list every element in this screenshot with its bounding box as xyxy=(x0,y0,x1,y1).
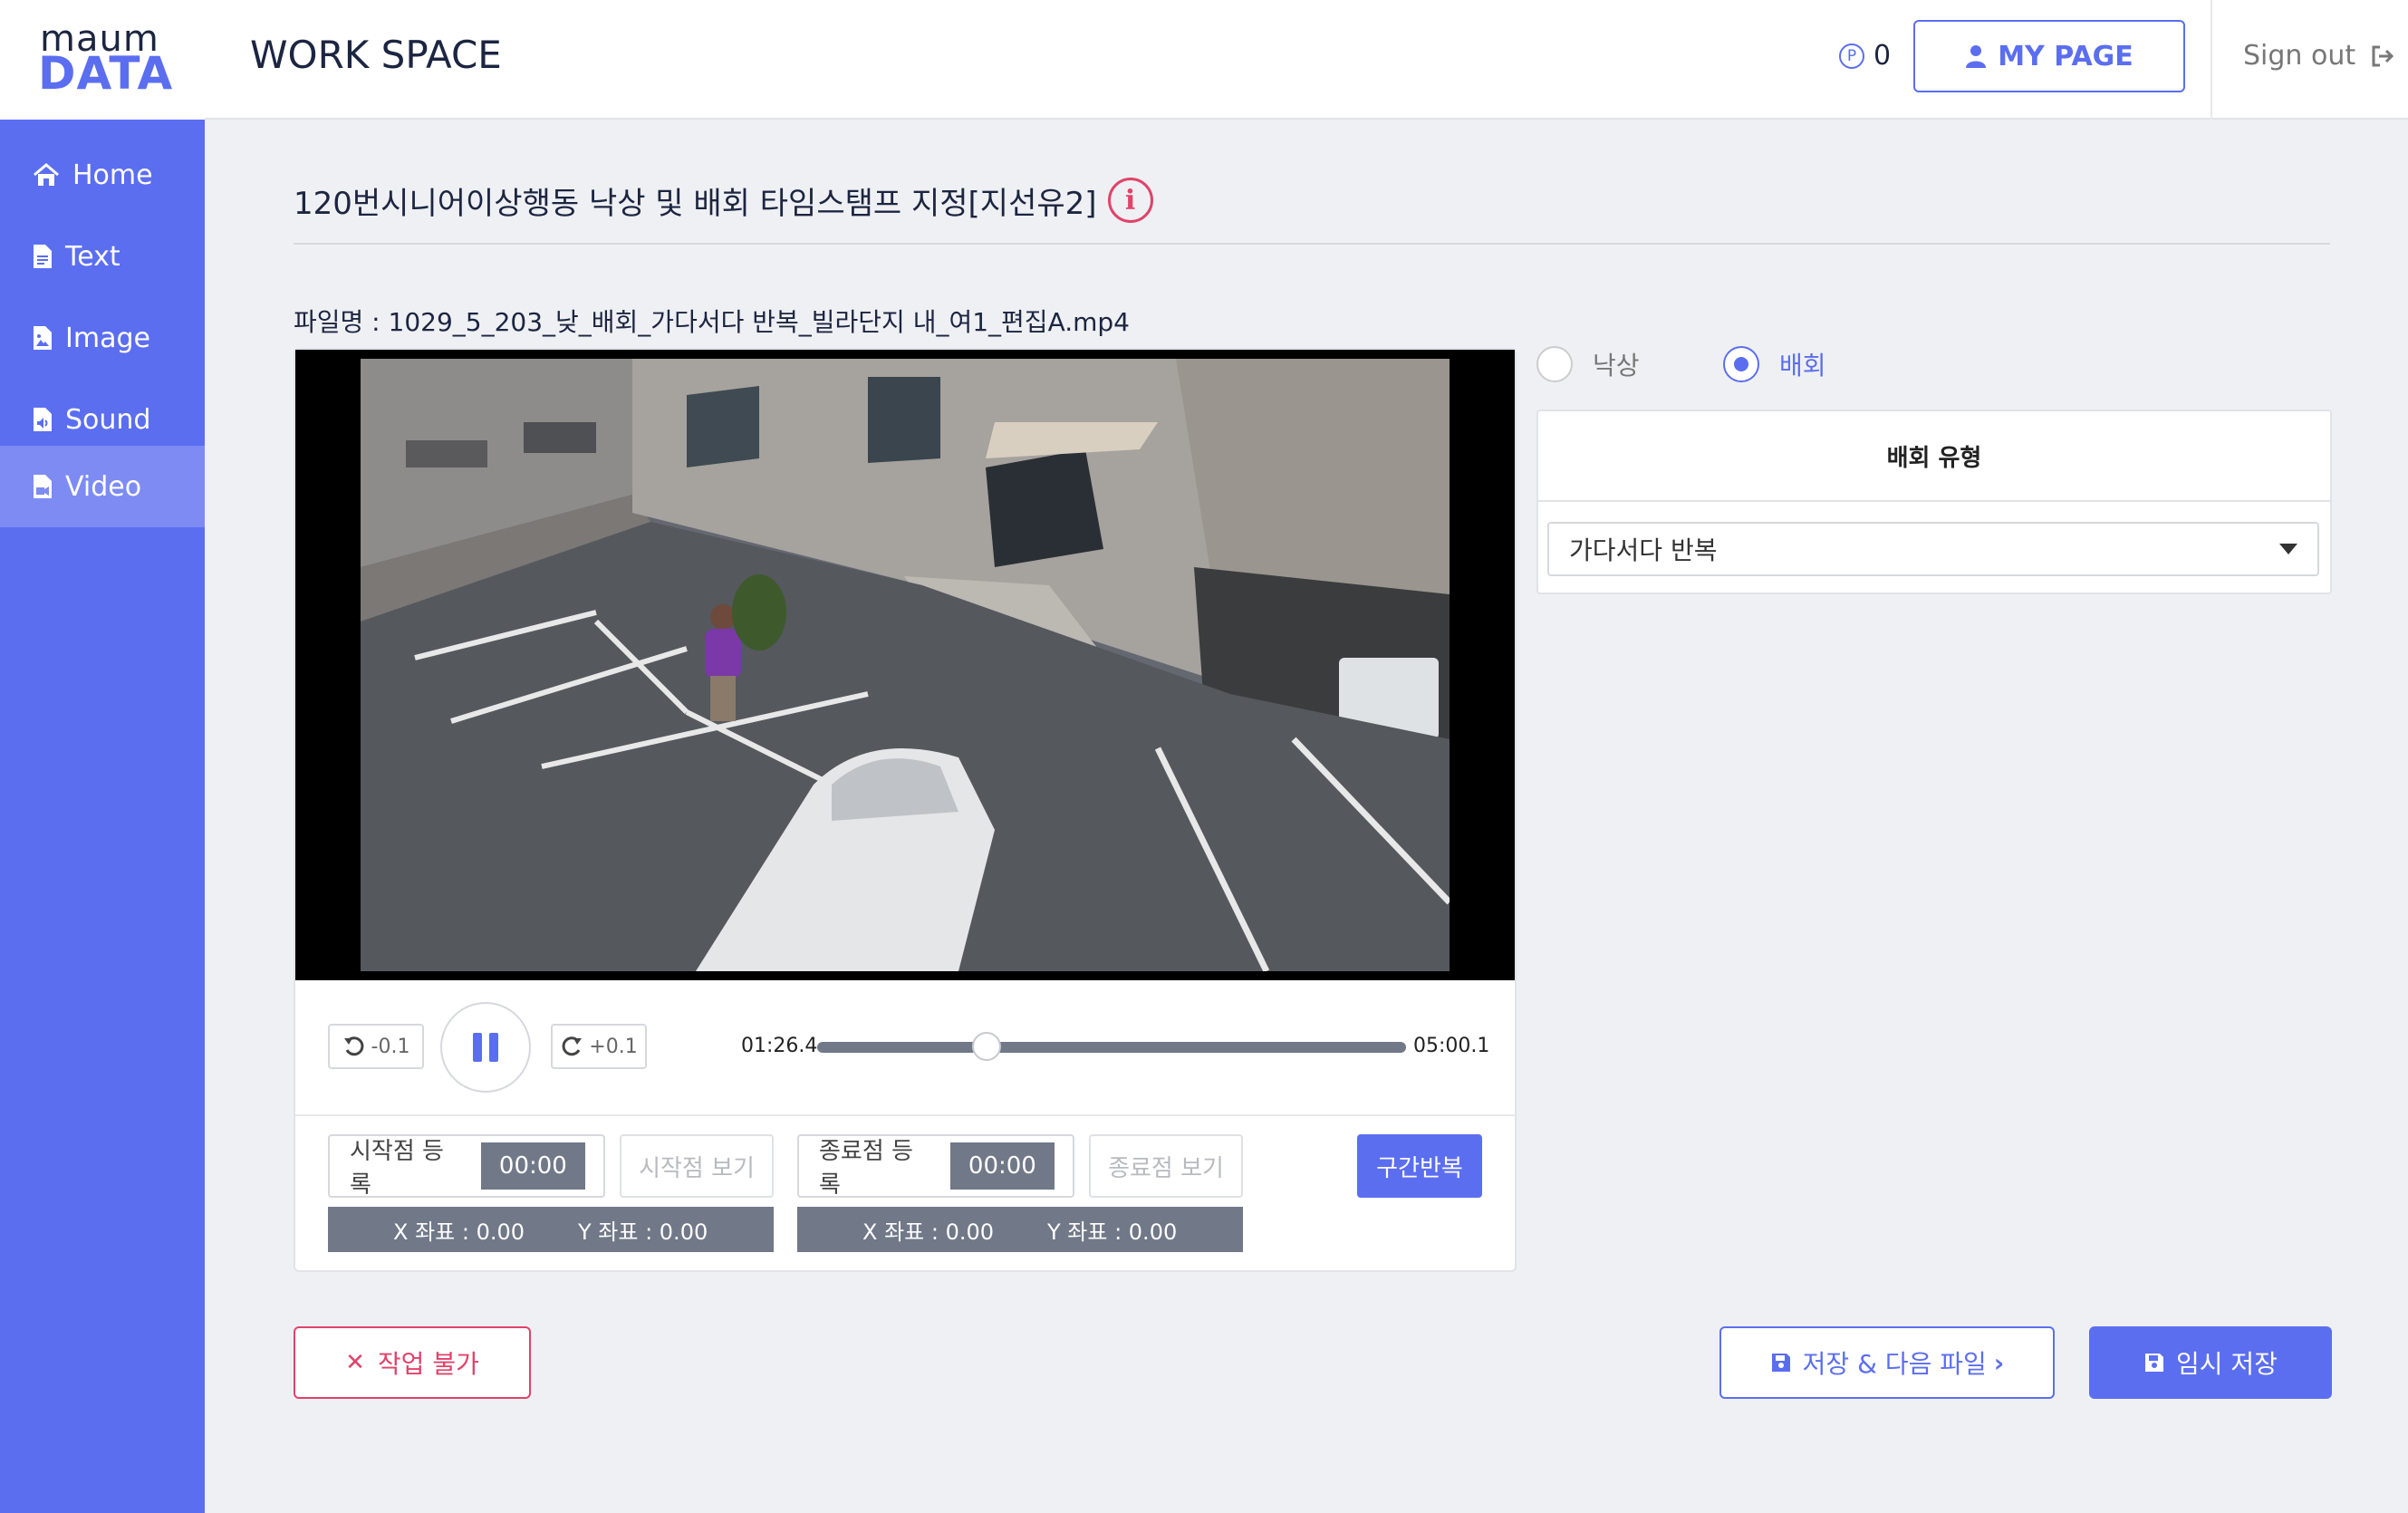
sidebar-item-label: Image xyxy=(65,322,150,354)
sidebar-item-label: Home xyxy=(72,159,153,191)
video-frame-image xyxy=(361,359,1450,971)
sidebar-item-label: Sound xyxy=(65,403,151,436)
header-divider xyxy=(2211,0,2212,120)
save-next-label: 저장 & 다음 파일 xyxy=(1802,1349,1987,1379)
chevron-right-icon: › xyxy=(1993,1347,2005,1378)
rewind-label: -0.1 xyxy=(371,1035,410,1058)
sign-out-button[interactable]: Sign out xyxy=(2243,40,2395,72)
wander-type-header: 배회 유형 xyxy=(1538,411,2330,502)
unable-button[interactable]: ✕ 작업 불가 xyxy=(294,1326,531,1399)
caret-down-icon xyxy=(2279,544,2297,554)
sidebar-item-home[interactable]: Home xyxy=(0,134,205,216)
view-end-button[interactable]: 종료점 보기 xyxy=(1089,1134,1243,1198)
sidebar-item-label: Video xyxy=(65,470,142,503)
points-value: 0 xyxy=(1873,40,1892,72)
sidebar-item-video[interactable]: Video xyxy=(0,446,205,527)
temp-save-label: 임시 저장 xyxy=(2176,1349,2278,1379)
start-time: 00:00 xyxy=(480,1142,585,1190)
start-x-coord: X 좌표 : 0.00 xyxy=(393,1219,525,1245)
pause-icon xyxy=(473,1033,482,1062)
radio-wander[interactable]: 배회 xyxy=(1723,346,1826,382)
user-icon xyxy=(1966,45,1987,68)
controls-divider xyxy=(295,1114,1515,1116)
rotate-right-icon xyxy=(562,1036,583,1056)
end-coordinates: X 좌표 : 0.00 Y 좌표 : 0.00 xyxy=(797,1207,1243,1252)
register-end-label: 종료점 등록 xyxy=(819,1138,913,1199)
sidebar: Home Text Image Sound Video xyxy=(0,120,205,1513)
logo-line2: DATA xyxy=(38,47,174,100)
sidebar-item-text[interactable]: Text xyxy=(0,216,205,297)
rewind-button[interactable]: -0.1 xyxy=(328,1024,424,1069)
forward-button[interactable]: +0.1 xyxy=(551,1024,647,1069)
logo[interactable]: maum DATA xyxy=(0,0,205,120)
wander-type-value: 가다서다 반복 xyxy=(1569,535,1718,565)
rotate-left-icon xyxy=(343,1036,363,1056)
register-end-button[interactable]: 종료점 등록 00:00 xyxy=(797,1134,1074,1199)
start-coordinates: X 좌표 : 0.00 Y 좌표 : 0.00 xyxy=(328,1207,774,1252)
temp-save-button[interactable]: 임시 저장 xyxy=(2089,1326,2332,1399)
wander-type-select[interactable]: 가다서다 반복 xyxy=(1547,522,2319,576)
home-icon xyxy=(34,163,59,186)
points-icon: P xyxy=(1839,43,1864,69)
points-display: P 0 xyxy=(1839,40,1891,72)
save-icon xyxy=(1771,1354,1790,1372)
video-frame[interactable] xyxy=(361,359,1450,971)
pause-button[interactable] xyxy=(440,1002,531,1093)
sidebar-item-image[interactable]: Image xyxy=(0,297,205,379)
loop-section-button[interactable]: 구간반복 xyxy=(1357,1134,1482,1198)
register-start-label: 시작점 등록 xyxy=(350,1138,444,1199)
unable-label: 작업 불가 xyxy=(377,1349,479,1379)
end-x-coord: X 좌표 : 0.00 xyxy=(862,1219,995,1245)
seek-bar[interactable] xyxy=(817,1042,1406,1053)
radio-fall-label: 낙상 xyxy=(1593,351,1640,381)
page-title: WORK SPACE xyxy=(250,33,502,77)
my-page-button[interactable]: MY PAGE xyxy=(1913,20,2185,92)
seek-handle[interactable] xyxy=(972,1032,1002,1061)
file-image-icon xyxy=(34,326,52,350)
end-time: 00:00 xyxy=(949,1142,1055,1190)
sign-out-icon xyxy=(2372,45,2394,66)
view-start-button[interactable]: 시작점 보기 xyxy=(620,1134,774,1198)
info-icon[interactable]: i xyxy=(1107,178,1153,223)
title-divider xyxy=(294,243,2330,245)
end-y-coord: Y 좌표 : 0.00 xyxy=(1047,1219,1178,1245)
register-start-button[interactable]: 시작점 등록 00:00 xyxy=(328,1134,605,1199)
radio-fall[interactable]: 낙상 xyxy=(1536,346,1640,382)
duration: 05:00.1 xyxy=(1413,1035,1490,1057)
sign-out-label: Sign out xyxy=(2243,40,2356,72)
file-video-icon xyxy=(34,475,52,498)
task-title: 120번시니어이상행동 낙상 및 배회 타임스탬프 지정[지선유2] i xyxy=(294,178,1153,223)
sidebar-item-label: Text xyxy=(65,240,120,273)
save-next-button[interactable]: 저장 & 다음 파일 › xyxy=(1719,1326,2055,1399)
file-audio-icon xyxy=(34,408,52,431)
forward-label: +0.1 xyxy=(589,1035,638,1058)
radio-wander-label: 배회 xyxy=(1779,351,1826,381)
radio-selected-icon xyxy=(1723,346,1759,382)
current-time: 01:26.4 xyxy=(741,1035,818,1057)
start-y-coord: Y 좌표 : 0.00 xyxy=(578,1219,708,1245)
file-name: 파일명 : 1029_5_203_낮_배회_가다서다 반복_빌라단지 내_여1_… xyxy=(294,307,1130,337)
task-title-text: 120번시니어이상행동 낙상 및 배회 타임스탬프 지정[지선유2] xyxy=(294,185,1097,222)
radio-circle-icon xyxy=(1536,346,1573,382)
file-text-icon xyxy=(34,245,52,268)
my-page-label: MY PAGE xyxy=(1998,40,2133,72)
close-icon: ✕ xyxy=(345,1349,365,1376)
save-icon xyxy=(2145,1354,2164,1372)
